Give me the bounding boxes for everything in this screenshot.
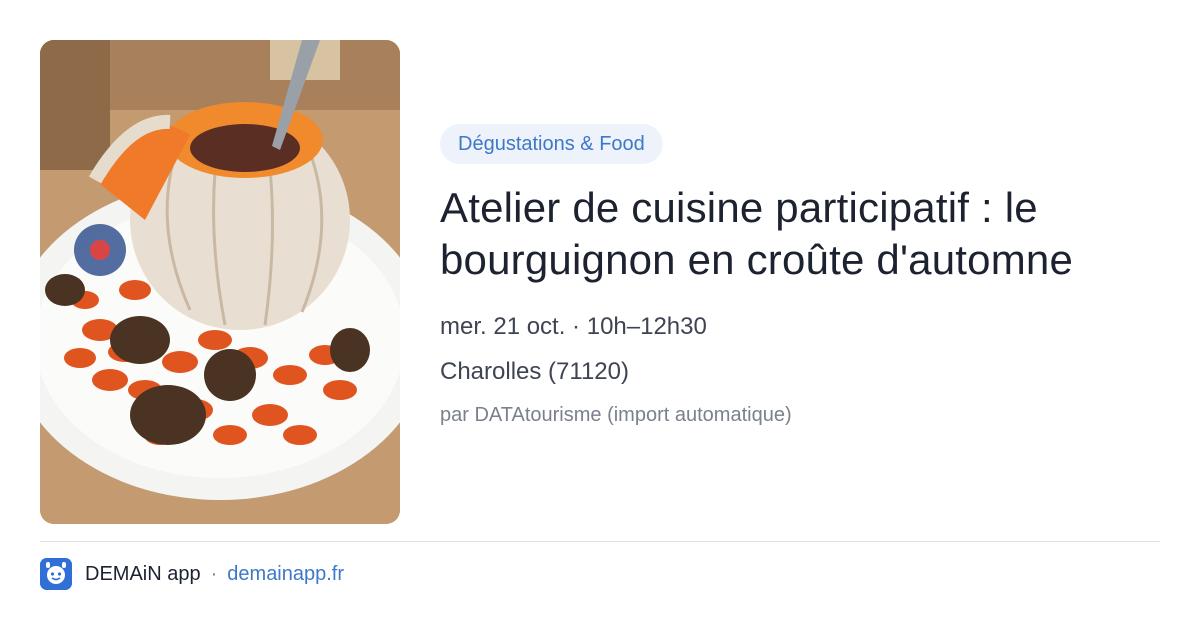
category-badge[interactable]: Dégustations & Food [440,124,663,164]
event-source: par DATAtourisme (import automatique) [440,404,792,426]
event-datetime: mer. 21 oct. · 10h–12h30 [440,313,707,340]
footer-divider [40,541,1160,542]
event-location: Charolles (71120) [440,358,629,385]
footer-separator: · [210,562,218,585]
footer: DEMAiN app · demainapp.fr [40,558,344,590]
event-photo-illustration [40,40,400,524]
event-photo[interactable] [40,40,400,524]
demain-app-logo-icon[interactable] [40,558,72,590]
app-name[interactable]: DEMAiN app [85,563,201,586]
app-url-link[interactable]: demainapp.fr [227,563,344,586]
event-title[interactable]: Atelier de cuisine participatif : le bou… [440,182,1160,286]
